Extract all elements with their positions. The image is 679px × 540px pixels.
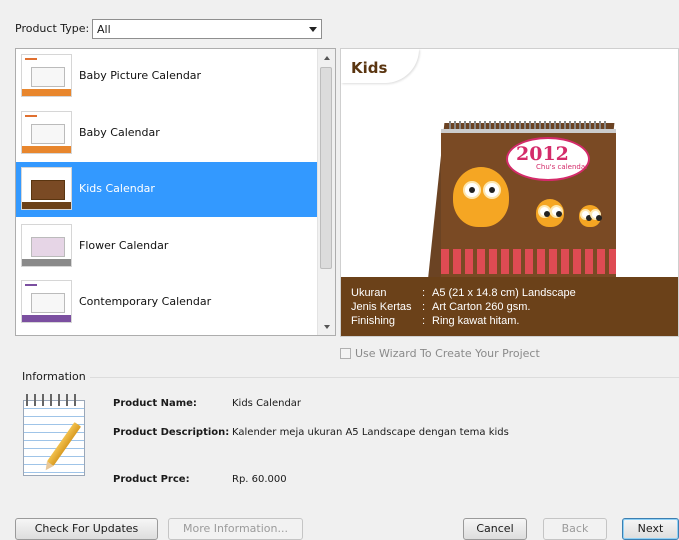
calendar-thumbnail-icon <box>21 224 72 267</box>
product-name-label: Product Name: <box>113 398 197 409</box>
owl-icon <box>536 199 564 227</box>
spec-panel: Ukuran: A5 (21 x 14.8 cm) Landscape Jenis… <box>341 277 678 336</box>
product-price-value: Rp. 60.000 <box>232 474 287 485</box>
product-type-value: All <box>97 23 111 36</box>
product-price-label: Product Prce: <box>113 474 190 485</box>
spec-value: A5 (21 x 14.8 cm) Landscape <box>432 287 576 299</box>
wizard-option[interactable]: Use Wizard To Create Your Project <box>340 347 540 360</box>
spec-key: Ukuran <box>351 287 387 299</box>
spec-value: Art Carton 260 gsm. <box>432 301 531 313</box>
speech-bubble: 2012 Chu's calendar <box>506 137 590 181</box>
product-type-label: Product Type: <box>15 22 90 35</box>
product-preview: Kids 2012 Chu's calendar Ukuran: A5 (21 x… <box>340 48 679 337</box>
spec-row: Finishing: Ring kawat hitam. <box>351 315 520 327</box>
product-list[interactable]: Baby Picture Calendar Baby Calendar Kids… <box>15 48 336 336</box>
chevron-down-icon[interactable] <box>304 20 321 38</box>
calendar-thumbnail-icon <box>21 280 72 323</box>
list-item[interactable]: Flower Calendar <box>16 219 319 274</box>
spec-row: Jenis Kertas: Art Carton 260 gsm. <box>351 301 531 313</box>
scroll-down-icon[interactable] <box>318 318 335 335</box>
list-item-label: Flower Calendar <box>79 239 169 252</box>
list-scrollbar[interactable] <box>317 49 335 335</box>
product-description-label: Product Description: <box>113 427 230 438</box>
spec-value: Ring kawat hitam. <box>432 315 520 327</box>
wizard-label: Use Wizard To Create Your Project <box>355 347 540 360</box>
list-item[interactable]: Baby Calendar <box>16 106 319 161</box>
calendar-thumbnail-icon <box>21 54 72 97</box>
calendar-thumbnail-icon <box>21 111 72 154</box>
list-item-label: Baby Calendar <box>79 126 160 139</box>
list-item-label: Kids Calendar <box>79 182 155 195</box>
list-item-label: Baby Picture Calendar <box>79 69 202 82</box>
spec-row: Ukuran: A5 (21 x 14.8 cm) Landscape <box>351 287 576 299</box>
calendar-subtitle: Chu's calendar <box>536 163 588 171</box>
list-item-label: Contemporary Calendar <box>79 295 212 308</box>
product-description-value: Kalender meja ukuran A5 Landscape dengan… <box>232 427 509 438</box>
wizard-checkbox[interactable] <box>340 348 351 359</box>
scroll-up-icon[interactable] <box>318 49 335 66</box>
product-type-select[interactable]: All <box>92 19 322 39</box>
information-heading: Information <box>22 370 86 383</box>
list-item[interactable]: Baby Picture Calendar <box>16 49 319 104</box>
divider <box>90 377 679 378</box>
list-item-selected[interactable]: Kids Calendar <box>16 162 319 217</box>
calendar-year: 2012 <box>516 143 569 165</box>
owl-icon <box>579 205 602 227</box>
list-item[interactable]: Contemporary Calendar <box>16 275 319 330</box>
scrollbar-thumb[interactable] <box>320 67 332 269</box>
spec-key: Jenis Kertas <box>351 301 412 313</box>
owl-icon <box>453 167 509 227</box>
preview-title: Kids <box>351 59 388 77</box>
calendar-thumbnail-icon <box>21 167 72 210</box>
product-name-value: Kids Calendar <box>232 398 302 409</box>
spec-key: Finishing <box>351 315 396 327</box>
